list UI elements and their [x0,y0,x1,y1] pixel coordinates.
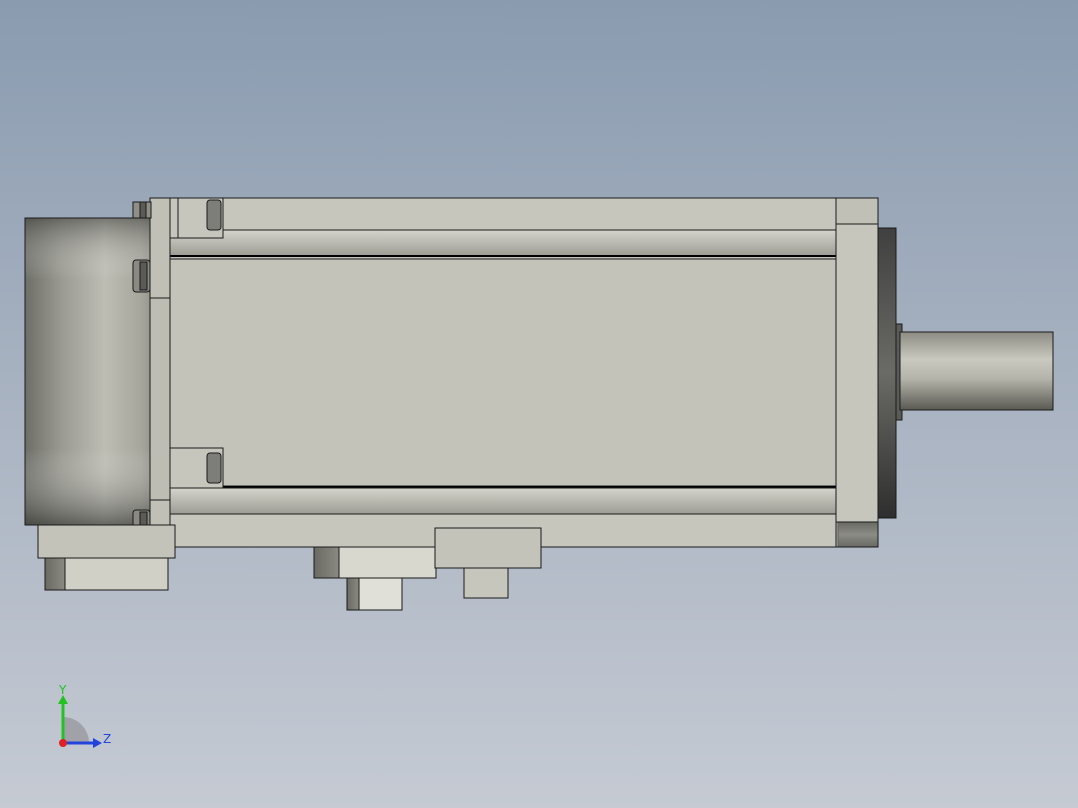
flange-pilot [877,227,897,519]
coordinate-triad: Y Z [58,685,111,748]
front-flange [835,197,903,548]
brake-connector [434,527,542,599]
rear-end-plate [149,197,171,548]
motor-model-side-view[interactable] [0,0,1078,808]
upper-ridge [169,197,839,231]
body-face [149,258,839,487]
z-axis-label: Z [103,732,111,746]
x-axis-icon [59,739,67,747]
lower-ridge-bevel [169,487,839,515]
upper-ridge-bevel [169,229,839,257]
encoder-connector [37,524,176,591]
output-shaft [899,331,1054,411]
triad-plane-icon [63,717,89,743]
y-axis-label: Y [58,685,67,697]
power-connector [313,546,437,611]
cad-graphics-viewport[interactable]: Y Z [0,0,1078,808]
motor-body [149,197,839,548]
